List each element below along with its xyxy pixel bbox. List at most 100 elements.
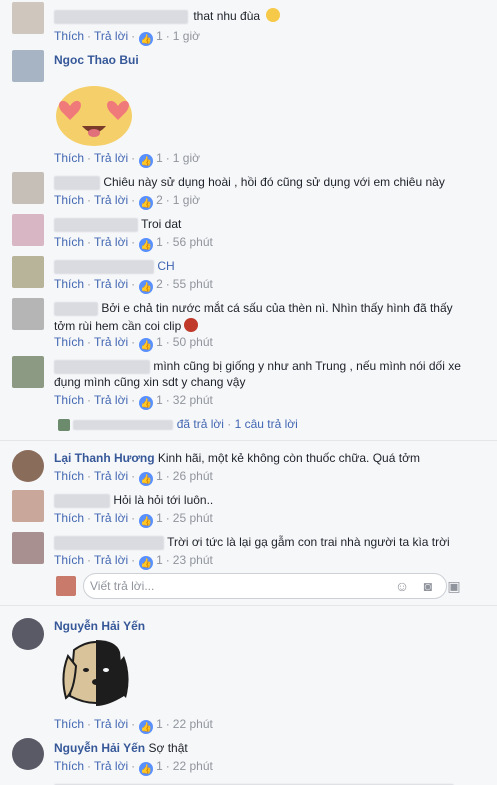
like-count[interactable]: 1 [156,511,163,525]
blurred-name [73,419,174,430]
reply-link[interactable]: Trả lời [94,29,128,43]
like-link[interactable]: Thích [54,759,84,773]
reply-link[interactable]: Trả lời [94,469,128,483]
like-link[interactable]: Thích [54,277,84,291]
like-count-icon[interactable]: 👍 [139,762,154,776]
timestamp[interactable]: 1 giờ [173,29,200,43]
smile-emoji-icon [266,8,281,22]
like-link[interactable]: Thích [54,511,84,525]
reply-link[interactable]: Trả lời [94,717,128,731]
timestamp[interactable]: 26 phút [173,469,213,483]
reply-link[interactable]: Trả lời [94,277,128,291]
timestamp[interactable]: 1 giờ [173,193,200,207]
avatar[interactable] [12,490,44,522]
comment-text-line1: mình cũng bị giống y như anh Trung , nếu… [153,359,461,373]
reply-count-link[interactable]: 1 câu trả lời [235,417,298,431]
avatar[interactable] [12,50,44,82]
blurred-name [54,359,150,374]
like-count-icon[interactable]: 👍 [139,472,154,486]
like-link[interactable]: Thích [54,151,84,165]
timestamp[interactable]: 22 phút [173,717,213,731]
camera-icon[interactable]: ◙ [420,578,436,594]
cutoff-comment [54,779,454,785]
reply-link[interactable]: Trả lời [94,511,128,525]
timestamp[interactable]: 32 phút [173,393,213,407]
like-count-icon[interactable]: 👍 [139,556,154,570]
like-link[interactable]: Thích [54,29,84,43]
avatar[interactable] [12,172,44,204]
like-count-icon[interactable]: 👍 [139,514,154,528]
timestamp[interactable]: 22 phút [173,759,213,773]
reply-link[interactable]: Trả lời [94,235,128,249]
like-link[interactable]: Thích [54,393,84,407]
like-count[interactable]: 2 [156,277,163,291]
sticker-icon[interactable]: ▣ [446,578,462,594]
avatar[interactable] [12,618,44,650]
comment-text: Troi dat [141,217,182,231]
like-count-icon[interactable]: 👍 [139,32,154,46]
avatar[interactable] [12,738,44,770]
like-count[interactable]: 2 [156,193,163,207]
like-count-icon[interactable]: 👍 [139,238,154,252]
commenter-name[interactable]: Nguyễn Hải Yến [54,741,145,755]
timestamp[interactable]: 56 phút [173,235,213,249]
avatar[interactable] [12,450,44,482]
like-count[interactable]: 1 [156,759,163,773]
heart-eyes-sticker [52,80,136,148]
commenter-name[interactable]: Ngoc Thao Bui [54,53,139,67]
like-count-icon[interactable]: 👍 [139,154,154,168]
replied-text[interactable]: đã trả lời [177,417,224,431]
avatar[interactable] [12,256,44,288]
reply-link[interactable]: Trả lời [94,759,128,773]
comment-text-line1: Bởi e chả tin nước mắt cá sấu của thèn n… [101,301,453,315]
avatar[interactable] [12,298,44,330]
timestamp[interactable]: 25 phút [173,511,213,525]
avatar[interactable] [12,356,44,388]
comment-text: that nhu đùa [193,9,261,23]
timestamp[interactable]: 1 giờ [173,151,200,165]
reply-input[interactable]: Viết trả lời... ☺ ◙ ▣ [83,573,461,599]
like-link[interactable]: Thích [54,335,84,349]
avatar[interactable] [12,2,44,34]
reply-link[interactable]: Trả lời [94,193,128,207]
commenter-name[interactable]: Nguyễn Hải Yến [54,619,145,633]
like-link[interactable]: Thích [54,553,84,567]
reply-link[interactable]: Trả lời [94,335,128,349]
blurred-name [54,493,110,508]
avatar[interactable] [12,532,44,564]
like-count[interactable]: 1 [156,335,163,349]
like-link[interactable]: Thích [54,235,84,249]
like-count[interactable]: 1 [156,717,163,731]
comment-text-line2: tởm rùi hem cần coi clip [54,319,182,333]
like-count-icon[interactable]: 👍 [139,280,154,294]
timestamp[interactable]: 23 phút [173,553,213,567]
blurred-name [54,301,98,316]
reply-link[interactable]: Trả lời [94,393,128,407]
like-link[interactable]: Thích [54,717,84,731]
timestamp[interactable]: 55 phút [173,277,213,291]
avatar[interactable] [12,214,44,246]
like-count[interactable]: 1 [156,29,163,43]
reply-link[interactable]: Trả lời [94,553,128,567]
blurred-name [54,9,188,24]
like-count-icon[interactable]: 👍 [139,720,154,734]
dog-sticker [60,636,132,712]
replies-summary[interactable]: đã trả lời · 1 câu trả lời [58,416,298,432]
like-count-icon[interactable]: 👍 [139,196,154,210]
divider [0,605,497,606]
like-count[interactable]: 1 [156,553,163,567]
blurred-name [54,175,100,190]
like-count[interactable]: 1 [156,235,163,249]
timestamp[interactable]: 50 phút [173,335,213,349]
smiley-icon[interactable]: ☺ [394,578,410,594]
like-count-icon[interactable]: 👍 [139,396,154,410]
like-link[interactable]: Thích [54,193,84,207]
like-count-icon[interactable]: 👍 [139,338,154,352]
like-link[interactable]: Thích [54,469,84,483]
like-count[interactable]: 1 [156,151,163,165]
commenter-name[interactable]: Lại Thanh Hương [54,451,155,465]
like-count[interactable]: 1 [156,393,163,407]
like-count[interactable]: 1 [156,469,163,483]
reply-avatar [58,418,70,431]
reply-link[interactable]: Trả lời [94,151,128,165]
